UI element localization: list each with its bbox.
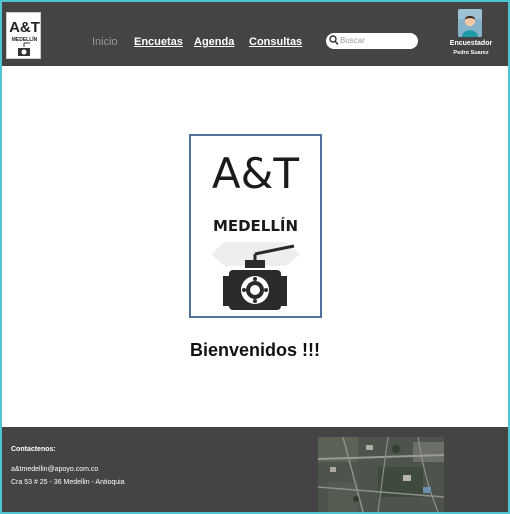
nav-item-agenda[interactable]: Agenda <box>194 36 234 48</box>
search-icon[interactable] <box>329 35 339 46</box>
logo-image: A&T MEDELLÍN <box>9 19 40 56</box>
satellite-map-image <box>318 437 444 512</box>
valve-icon <box>18 42 30 56</box>
welcome-heading: Bienvenidos !!! <box>189 340 320 360</box>
user-avatar-icon <box>458 9 482 37</box>
main-logo: A&T MEDELLÍN <box>189 134 322 318</box>
industrial-valve-icon <box>211 242 300 310</box>
nav-item-inicio[interactable]: Inicio <box>92 36 118 48</box>
contact-title: Contactenos: <box>11 446 56 453</box>
avatar[interactable] <box>458 9 482 37</box>
user-name: Pedro Suarez <box>453 50 489 56</box>
logo-main-text: A&T <box>212 149 299 198</box>
contact-address: Cra 53 # 25 - 36 Medellin - Antioquia <box>11 479 125 486</box>
logo-main-city: MEDELLÍN <box>213 216 298 235</box>
search-box[interactable] <box>326 33 418 49</box>
logo-small-text: A&T <box>9 19 40 36</box>
company-logo-image: A&T MEDELLÍN <box>211 149 300 310</box>
nav-item-consultas[interactable]: Consultas <box>249 36 302 48</box>
nav-item-encuetas[interactable]: Encuetas <box>134 36 183 48</box>
footer: Contactenos: a&tmedellin@apoyo.com.co Cr… <box>2 427 508 512</box>
search-input[interactable] <box>340 34 414 47</box>
location-map[interactable] <box>318 437 444 512</box>
page-frame: A&T MEDELLÍN Inicio Encuetas Agenda Cons… <box>0 0 510 514</box>
contact-email-link[interactable]: a&tmedellin@apoyo.com.co <box>11 466 98 473</box>
user-role: Encuestador <box>449 40 493 47</box>
header-logo[interactable]: A&T MEDELLÍN <box>6 12 41 59</box>
logo-small-city: MEDELLÍN <box>12 35 38 43</box>
header: A&T MEDELLÍN Inicio Encuetas Agenda Cons… <box>2 2 508 66</box>
